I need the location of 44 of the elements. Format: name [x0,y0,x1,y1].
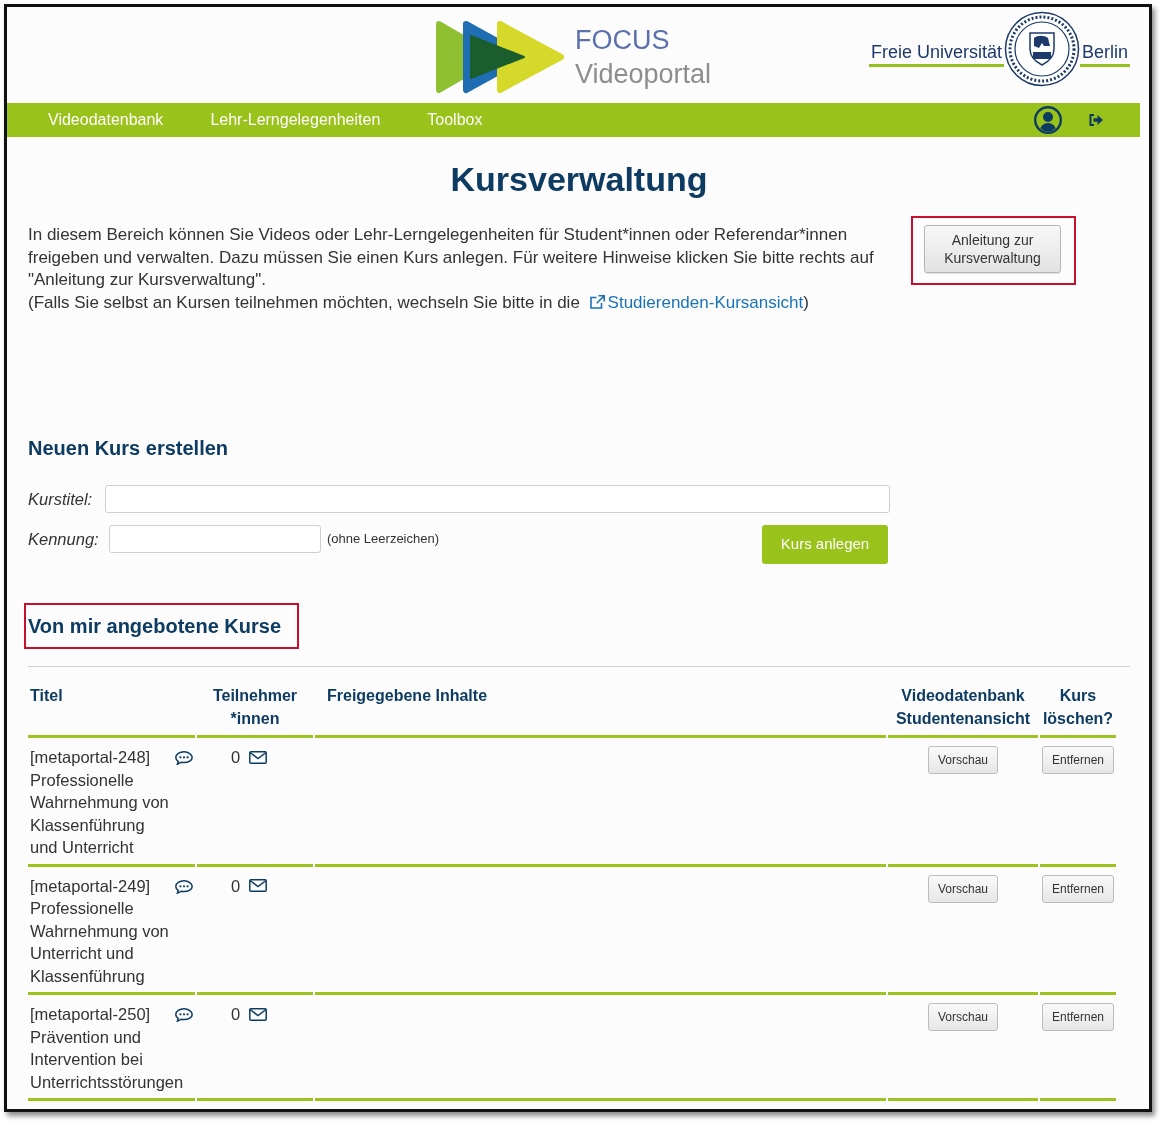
envelope-icon[interactable] [249,750,268,764]
page-title: Kursverwaltung [449,159,709,199]
course-title: [metaportal-249] Professionelle Wahrnehmung von Unterricht und Klassenführung [30,876,169,985]
remove-button[interactable]: Entfernen [1042,874,1115,903]
field-label: Kennung: [28,529,100,550]
speech-bubble-icon[interactable] [175,1008,193,1022]
triangles-logo-icon [435,20,564,94]
column-header: Videodatenbank Studentenansicht [895,687,1031,727]
envelope-icon[interactable] [249,1007,268,1021]
course-view-link[interactable]: Studierenden-Kursansicht [584,292,804,312]
section-heading: Von mir angebotene Kurse [28,614,281,639]
logout-icon[interactable] [1089,114,1103,126]
preview-button[interactable]: Vorschau [927,1003,998,1031]
field-hint: (ohne Leerzeichen) [327,530,440,548]
preview-button[interactable]: Vorschau [927,874,998,903]
participant-count: 0 [231,875,241,897]
logo-title: FOCUS [574,24,671,57]
note-text: (Falls Sie selbst an Kursen teilnehmen möchten, wechseln Sie bitte in die Studierenden-Kursansicht) [28,291,810,314]
remove-button[interactable]: Entfernen [1042,1003,1115,1031]
column-header: Teilnehmer *innen [212,687,298,727]
university-seal-icon [1003,11,1080,87]
university-name: Freie Universität [868,41,1004,67]
speech-bubble-icon[interactable] [175,879,193,894]
user-account-icon[interactable] [1034,106,1062,134]
course-title-field[interactable] [105,485,890,513]
course-id-field[interactable] [109,525,321,553]
field-label: Kurstitel: [28,489,94,510]
column-header: Freigegebene Inhalte [327,687,488,704]
course-title: [metaportal-248] Professionelle Wahrnehmung von Klassenführung und Unterricht [30,748,169,856]
participant-count: 0 [231,747,241,768]
column-header: Kurs löschen? [1042,687,1114,727]
intro-text: In diesem Bereich können Sie Videos oder Lehr-Lerngelegenheiten für Student*innen oder Referendar*innen freigeben und verwalten. Dazu müssen Sie einen Kurs anlegen. Für weitere Hinweise klicken Sie bitte rechts auf "Anleitung zur Kursverwaltung". [28,224,875,291]
university-name: Berlin [1079,41,1130,67]
envelope-icon[interactable] [249,879,268,893]
column-header: Titel [30,687,63,704]
external-link-icon [589,294,605,309]
participant-count: 0 [231,1004,241,1025]
logo-subtitle: Videoportal [574,58,712,91]
guide-button[interactable]: Anleitung zur Kursverwaltung [924,225,1061,273]
course-title: [metaportal-250] Prävention und Intervention bei Unterrichtsstörungen [30,1005,184,1091]
section-heading: Neuen Kurs erstellen [28,436,230,460]
speech-bubble-icon[interactable] [175,751,193,765]
remove-button[interactable]: Entfernen [1042,746,1115,774]
preview-button[interactable]: Vorschau [927,746,998,774]
